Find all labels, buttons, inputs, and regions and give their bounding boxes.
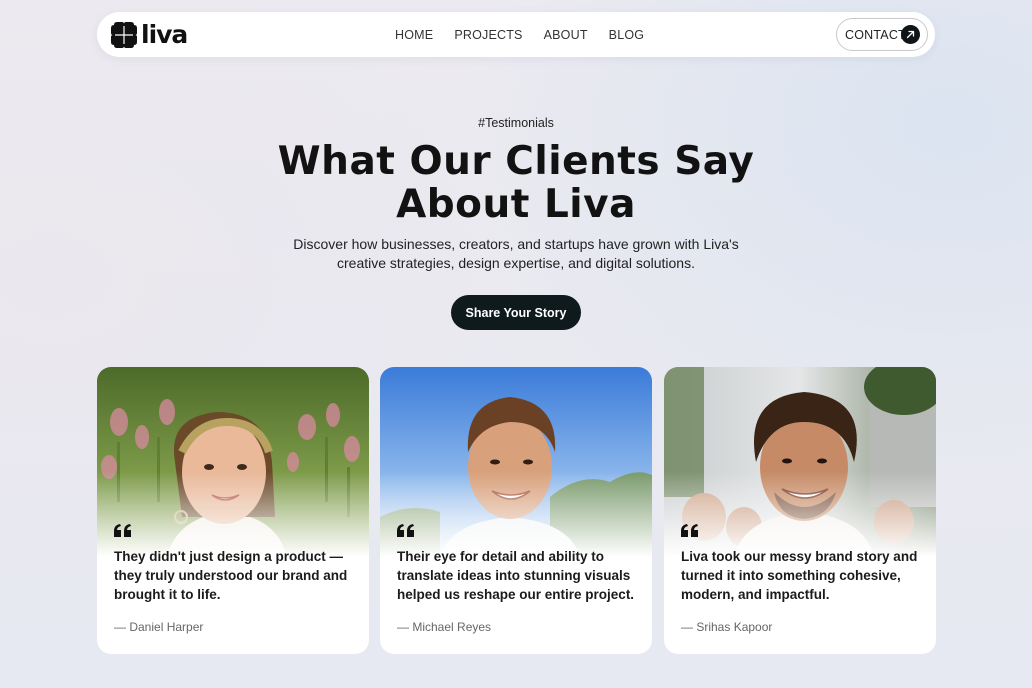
quote-icon — [681, 524, 698, 537]
navbar: liva HOME PROJECTS ABOUT BLOG CONTACT — [97, 12, 935, 57]
author-name: Srihas Kapoor — [696, 620, 773, 634]
nav-link-about[interactable]: ABOUT — [544, 28, 588, 42]
contact-button[interactable]: CONTACT — [836, 18, 928, 51]
author-name: Daniel Harper — [129, 620, 204, 634]
testimonial-card: They didn't just design a product — they… — [97, 367, 369, 654]
four-leaf-icon — [111, 21, 137, 48]
nav-link-projects[interactable]: PROJECTS — [454, 28, 522, 42]
testimonial-quote: Their eye for detail and ability to tran… — [397, 549, 635, 602]
arrow-up-right-icon — [901, 25, 920, 44]
quote-icon — [397, 524, 414, 537]
testimonial-quote: Liva took our messy brand story and turn… — [681, 549, 918, 602]
testimonial-author: — Srihas Kapoor — [681, 620, 772, 634]
contact-label: CONTACT — [845, 27, 906, 42]
author-dash: — — [114, 620, 126, 634]
testimonial-card: Liva took our messy brand story and turn… — [664, 367, 936, 654]
page-title: What Our Clients Say About Liva — [277, 139, 755, 227]
author-dash: — — [681, 620, 693, 634]
main-nav: HOME PROJECTS ABOUT BLOG — [395, 12, 644, 57]
author-name: Michael Reyes — [412, 620, 492, 634]
client-photo — [97, 367, 369, 557]
author-dash: — — [397, 620, 409, 634]
brand-logo[interactable]: liva — [110, 20, 188, 49]
testimonial-quote: They didn't just design a product — they… — [114, 549, 348, 602]
client-photo — [380, 367, 652, 557]
share-story-button[interactable]: Share Your Story — [451, 295, 581, 330]
section-eyebrow: #Testimonials — [478, 116, 554, 130]
nav-link-blog[interactable]: BLOG — [609, 28, 645, 42]
brand-name: liva — [141, 20, 188, 49]
testimonial-card: Their eye for detail and ability to tran… — [380, 367, 652, 654]
nav-link-home[interactable]: HOME — [395, 28, 433, 42]
client-photo — [664, 367, 936, 557]
quote-icon — [114, 524, 131, 537]
testimonial-author: — Michael Reyes — [397, 620, 491, 634]
hero-subtitle: Discover how businesses, creators, and s… — [293, 236, 739, 271]
testimonial-author: — Daniel Harper — [114, 620, 203, 634]
